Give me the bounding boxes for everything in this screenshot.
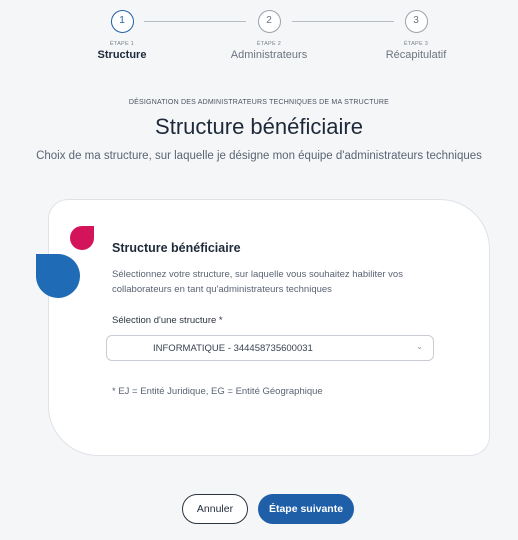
legend-note: * EJ = Entité Juridique, EG = Entité Géo… [112, 386, 323, 397]
step-label: ÉTAPE 1 [109, 41, 135, 47]
blue-drop-icon [36, 253, 80, 298]
card-description: Sélectionnez votre structure, sur laquel… [112, 269, 403, 295]
structure-select[interactable]: INFORMATIQUE - 344458735600031 ⌄ [106, 335, 434, 361]
step-name: Structure [97, 49, 147, 61]
page-subtitle: Choix de ma structure, sur laquelle je d… [36, 150, 482, 162]
step-name: Récapitulatif [385, 49, 447, 61]
structure-card: Structure bénéficiaire Sélectionnez votr… [48, 199, 490, 456]
page-kicker: DÉSIGNATION DES ADMINISTRATEURS TECHNIQU… [128, 99, 390, 106]
stepper: 1 ÉTAPE 1 Structure 2 ÉTAPE 2 Administra… [0, 10, 518, 70]
step-administrateurs[interactable]: 2 ÉTAPE 2 Administrateurs [214, 10, 324, 61]
step-structure[interactable]: 1 ÉTAPE 1 Structure [67, 10, 177, 61]
step-number: 1 [110, 10, 134, 33]
next-step-button[interactable]: Étape suivante [258, 494, 354, 524]
step-label: ÉTAPE 3 [403, 41, 429, 47]
step-number: 2 [257, 10, 281, 33]
step-recapitulatif[interactable]: 3 ÉTAPE 3 Récapitulatif [361, 10, 471, 61]
red-drop-icon [70, 226, 94, 250]
step-name: Administrateurs [230, 49, 308, 61]
chevron-down-icon: ⌄ [416, 342, 423, 351]
structure-select-label: Sélection d'une structure * [112, 315, 223, 326]
page-title: Structure bénéficiaire [155, 114, 363, 139]
step-number: 3 [404, 10, 428, 33]
brand-logo-icon [36, 226, 94, 298]
card-title: Structure bénéficiaire [112, 241, 241, 255]
cancel-button[interactable]: Annuler [182, 494, 248, 524]
structure-select-value: INFORMATIQUE - 344458735600031 [153, 343, 313, 354]
step-label: ÉTAPE 2 [256, 41, 282, 47]
